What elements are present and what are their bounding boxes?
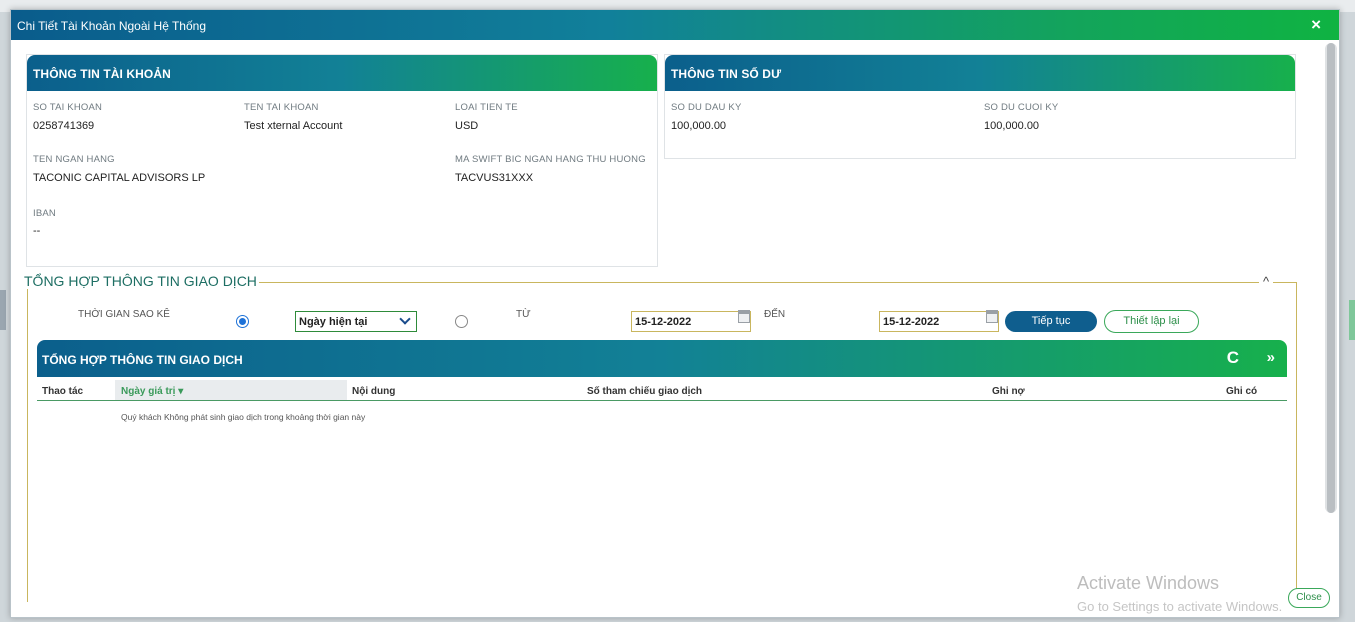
to-calendar-icon[interactable] [986, 310, 998, 323]
column-content[interactable]: Nội dung [352, 386, 395, 397]
refresh-icon[interactable]: C [1227, 348, 1239, 368]
transaction-grid-title: TỔNG HỢP THÔNG TIN GIAO DỊCH [42, 353, 243, 367]
transaction-grid-header: TỔNG HỢP THÔNG TIN GIAO DỊCH C » [37, 340, 1287, 377]
dialog-title: Chi Tiết Tài Khoản Ngoài Hệ Thống [17, 19, 207, 33]
column-header-divider [37, 400, 1287, 401]
currency-label: LOAI TIEN TE [455, 102, 518, 113]
period-preset-radio[interactable] [236, 315, 249, 328]
column-reference[interactable]: Số tham chiếu giao dịch [587, 386, 702, 397]
swift-value: TACVUS31XXX [455, 172, 534, 184]
period-preset-value: Ngày hiện tại [299, 316, 368, 328]
collapse-section-icon[interactable]: ^ [1259, 274, 1274, 289]
bank-name-label: TEN NGAN HANG [33, 154, 115, 165]
column-debit[interactable]: Ghi nợ [992, 386, 1025, 397]
account-name-value: Test xternal Account [244, 120, 343, 132]
from-calendar-icon[interactable] [738, 310, 750, 323]
background-edge-right [1349, 300, 1355, 340]
to-date-input[interactable]: 15-12-2022 [879, 311, 999, 332]
opening-balance-label: SO DU DAU KY [671, 102, 742, 113]
from-date-value: 15-12-2022 [635, 316, 692, 328]
expand-icon[interactable]: » [1267, 349, 1275, 366]
balance-info-heading: THÔNG TIN SỐ DƯ [671, 67, 782, 81]
empty-grid-message: Quý khách Không phát sinh giao dịch tron… [121, 412, 366, 422]
balance-info-panel: THÔNG TIN SỐ DƯ SO DU DAU KY 100,000.00 … [664, 54, 1296, 159]
currency-value: USD [455, 120, 479, 132]
swift-label: MA SWIFT BIC NGAN HANG THU HUONG [455, 154, 646, 165]
to-date-value: 15-12-2022 [883, 316, 940, 328]
iban-value: -- [33, 225, 41, 237]
transaction-summary-title: TỔNG HỢP THÔNG TIN GIAO DỊCH [24, 273, 259, 289]
close-button[interactable]: Close [1288, 588, 1330, 608]
account-number-value: 0258741369 [33, 120, 95, 132]
bank-name-value: TACONIC CAPITAL ADVISORS LP [33, 172, 206, 184]
account-detail-dialog: Chi Tiết Tài Khoản Ngoài Hệ Thống × THÔN… [10, 9, 1340, 618]
activate-windows-subtitle: Go to Settings to activate Windows. [1077, 599, 1283, 614]
dialog-scrollbar[interactable] [1325, 43, 1337, 513]
continue-button[interactable]: Tiếp tục [1005, 311, 1097, 332]
background-edge-left [0, 290, 6, 330]
dialog-titlebar: Chi Tiết Tài Khoản Ngoài Hệ Thống × [11, 10, 1339, 40]
account-info-panel: THÔNG TIN TÀI KHOẢN SO TAI KHOAN 0258741… [26, 54, 658, 267]
closing-balance-label: SO DU CUOI KY [984, 102, 1059, 113]
to-date-label: ĐẾN [764, 309, 786, 320]
column-actions[interactable]: Thao tác [42, 386, 83, 397]
account-info-heading: THÔNG TIN TÀI KHOẢN [33, 67, 171, 81]
account-name-label: TEN TAI KHOAN [244, 102, 319, 113]
account-number-label: SO TAI KHOAN [33, 102, 103, 113]
chevron-down-icon [399, 313, 411, 325]
custom-range-radio[interactable] [455, 315, 468, 328]
from-date-input[interactable]: 15-12-2022 [631, 311, 751, 332]
statement-period-label: THỜI GIAN SAO KÊ [78, 309, 170, 320]
from-date-label: TỪ [516, 309, 531, 320]
close-icon[interactable]: × [1311, 15, 1321, 35]
period-preset-select[interactable]: Ngày hiện tại [295, 311, 417, 332]
iban-label: IBAN [33, 208, 56, 219]
account-info-header: THÔNG TIN TÀI KHOẢN [27, 55, 657, 91]
scrollbar-thumb[interactable] [1327, 43, 1335, 513]
closing-balance-value: 100,000.00 [984, 120, 1040, 132]
balance-info-header: THÔNG TIN SỐ DƯ [665, 55, 1295, 91]
column-value-date[interactable]: Ngày giá trị ▾ [121, 386, 183, 397]
opening-balance-value: 100,000.00 [671, 120, 727, 132]
column-credit[interactable]: Ghi có [1226, 386, 1257, 397]
reset-button[interactable]: Thiết lập lại [1104, 310, 1199, 333]
activate-windows-title: Activate Windows [1077, 573, 1220, 593]
